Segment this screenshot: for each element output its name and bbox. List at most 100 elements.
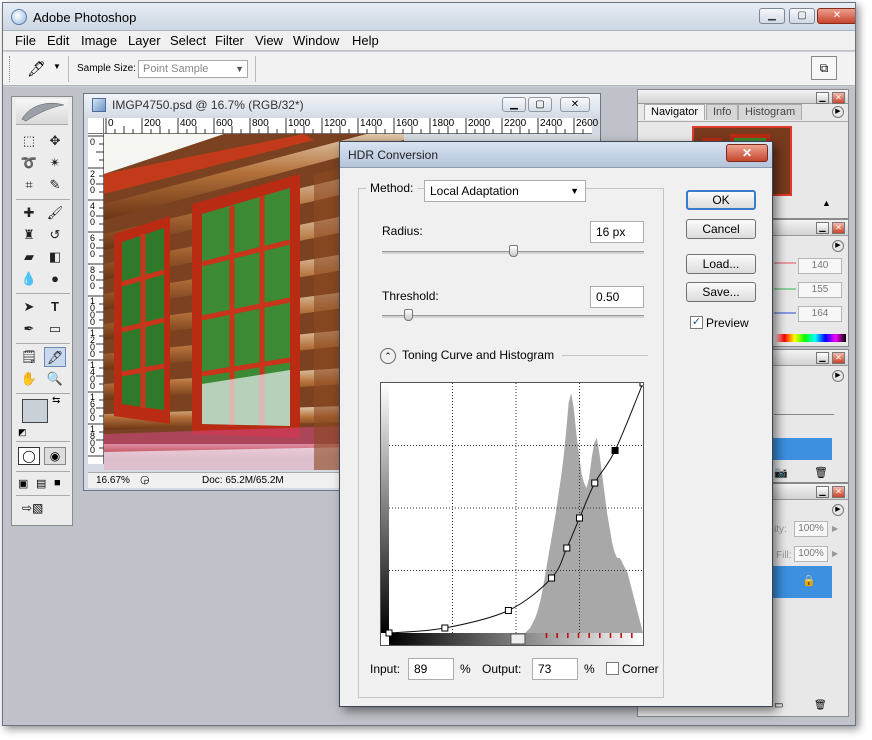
panel-minimize-button[interactable]: ▁	[816, 222, 829, 234]
curve-point-selected[interactable]	[611, 447, 619, 454]
menu-edit[interactable]: Edit	[47, 33, 69, 48]
curve-point[interactable]	[576, 514, 583, 522]
crop-tool-icon[interactable]: ⌗	[18, 175, 40, 195]
radius-slider-thumb[interactable]	[509, 245, 518, 257]
healing-brush-icon[interactable]: ✚	[18, 203, 40, 223]
feather-logo-icon[interactable]	[16, 99, 68, 125]
preview-checkbox[interactable]: ✓	[690, 316, 703, 329]
magic-wand-icon[interactable]: ✴	[44, 153, 66, 173]
panel-close-button[interactable]: ✕	[832, 222, 845, 234]
new-snapshot-icon[interactable]: 📷	[774, 466, 788, 479]
slice-tool-icon[interactable]: ✎	[44, 175, 66, 195]
tab-info[interactable]: Info	[706, 104, 739, 120]
swap-colors-icon[interactable]: ⇆	[52, 395, 60, 406]
foreground-color-swatch[interactable]	[22, 399, 48, 423]
fill-arrow-icon[interactable]: ▶	[832, 549, 838, 558]
curve-point[interactable]	[563, 544, 571, 552]
default-colors-icon[interactable]: ◩	[18, 427, 27, 438]
toning-curve-graph[interactable]	[381, 379, 647, 645]
quick-mask-icon[interactable]: ◉	[44, 447, 66, 465]
blue-slider-track[interactable]	[774, 312, 796, 314]
new-layer-icon[interactable]: ▭	[774, 700, 783, 711]
method-select[interactable]: Local Adaptation ▼	[424, 180, 586, 202]
panel-menu-icon[interactable]: ▶	[832, 240, 844, 252]
screen-mode-standard-icon[interactable]: ▣	[18, 477, 28, 490]
zoom-tool-icon[interactable]: 🔍	[44, 369, 66, 389]
panel-menu-icon[interactable]: ▶	[832, 106, 844, 118]
dialog-close-button[interactable]: ✕	[726, 144, 768, 162]
tab-histogram[interactable]: Histogram	[738, 104, 803, 120]
load-button[interactable]: Load...	[686, 254, 756, 274]
red-value[interactable]: 140	[798, 258, 842, 274]
eraser-tool-icon[interactable]: ▰	[18, 247, 40, 267]
curve-point[interactable]	[591, 479, 599, 487]
fill-value[interactable]: 100%	[794, 546, 828, 562]
minimize-button[interactable]: ▁	[759, 8, 785, 24]
move-tool-icon[interactable]: ✥	[44, 131, 66, 151]
menu-layer[interactable]: Layer	[128, 33, 161, 48]
ruler-origin[interactable]	[88, 118, 104, 134]
panel-menu-icon[interactable]: ▶	[832, 504, 844, 516]
tab-navigator[interactable]: Navigator	[644, 104, 706, 120]
panel-close-button[interactable]: ✕	[832, 486, 845, 498]
document-maximize-button[interactable]: ▢	[528, 97, 552, 112]
panel-minimize-button[interactable]: ▁	[816, 352, 829, 364]
screen-mode-full-icon[interactable]: ■	[54, 477, 61, 489]
color-ramp[interactable]	[774, 334, 846, 342]
brush-tool-icon[interactable]: 🖌	[44, 203, 66, 223]
panel-close-button[interactable]: ✕	[832, 352, 845, 364]
red-slider-track[interactable]	[774, 262, 796, 264]
threshold-input[interactable]: 0.50	[590, 286, 644, 308]
delete-icon[interactable]: 🗑	[814, 466, 828, 479]
panel-menu-icon[interactable]: ▶	[832, 370, 844, 382]
gradient-tool-icon[interactable]: ◧	[44, 247, 66, 267]
menu-filter[interactable]: Filter	[215, 33, 244, 48]
sample-size-select[interactable]: Point Sample ▼	[138, 60, 248, 78]
toning-curve-editor[interactable]	[380, 379, 647, 646]
stamp-tool-icon[interactable]: ♜	[18, 225, 40, 245]
lasso-tool-icon[interactable]: ➰	[18, 153, 40, 173]
palette-well-icon[interactable]: ⧉	[811, 56, 837, 80]
curve-point[interactable]	[441, 624, 449, 632]
jump-to-imageready-icon[interactable]: ⇨▧	[22, 501, 43, 515]
dodge-tool-icon[interactable]: ●	[44, 269, 66, 289]
tool-preset-chevron-icon[interactable]: ▼	[53, 62, 61, 71]
panel-close-button[interactable]: ✕	[832, 92, 845, 104]
zoom-in-icon[interactable]: ▲	[822, 198, 831, 208]
marquee-tool-icon[interactable]: ⬚	[18, 131, 40, 151]
menu-view[interactable]: View	[255, 33, 283, 48]
blue-value[interactable]: 164	[798, 306, 842, 322]
ok-button[interactable]: OK	[686, 190, 756, 210]
standard-mode-icon[interactable]: ◯	[18, 447, 40, 465]
hand-tool-icon[interactable]: ✋	[18, 369, 40, 389]
panel-minimize-button[interactable]: ▁	[816, 92, 829, 104]
input-range-handle[interactable]	[510, 633, 526, 645]
screen-mode-menu-icon[interactable]: ▤	[36, 477, 46, 490]
notes-tool-icon[interactable]: 🗒	[18, 347, 40, 367]
menu-select[interactable]: Select	[170, 33, 206, 48]
menu-file[interactable]: File	[15, 33, 36, 48]
save-button[interactable]: Save...	[686, 282, 756, 302]
opacity-value[interactable]: 100%	[794, 521, 828, 537]
curve-point[interactable]	[639, 379, 647, 387]
menu-window[interactable]: Window	[293, 33, 339, 48]
zoom-level[interactable]: 16.67%	[96, 475, 130, 486]
corner-checkbox[interactable]	[606, 662, 619, 675]
document-close-button[interactable]: ✕	[560, 97, 590, 112]
curve-point[interactable]	[385, 629, 393, 637]
eyedropper-icon[interactable]: 🖋	[27, 60, 46, 78]
delete-layer-icon[interactable]: 🗑	[814, 700, 827, 711]
curve-point[interactable]	[504, 607, 512, 614]
cancel-button[interactable]: Cancel	[686, 219, 756, 239]
menu-help[interactable]: Help	[352, 33, 379, 48]
menu-image[interactable]: Image	[81, 33, 117, 48]
type-tool-icon[interactable]: T	[44, 297, 66, 317]
threshold-slider-thumb[interactable]	[404, 309, 414, 321]
curve-point[interactable]	[548, 574, 556, 582]
shape-tool-icon[interactable]: ▭	[44, 319, 66, 339]
document-minimize-button[interactable]: ▁	[502, 97, 526, 112]
eyedropper-tool-icon[interactable]: 🖋	[44, 347, 66, 367]
maximize-button[interactable]: ▢	[789, 8, 815, 24]
pen-tool-icon[interactable]: ✒	[18, 319, 40, 339]
green-value[interactable]: 155	[798, 282, 842, 298]
